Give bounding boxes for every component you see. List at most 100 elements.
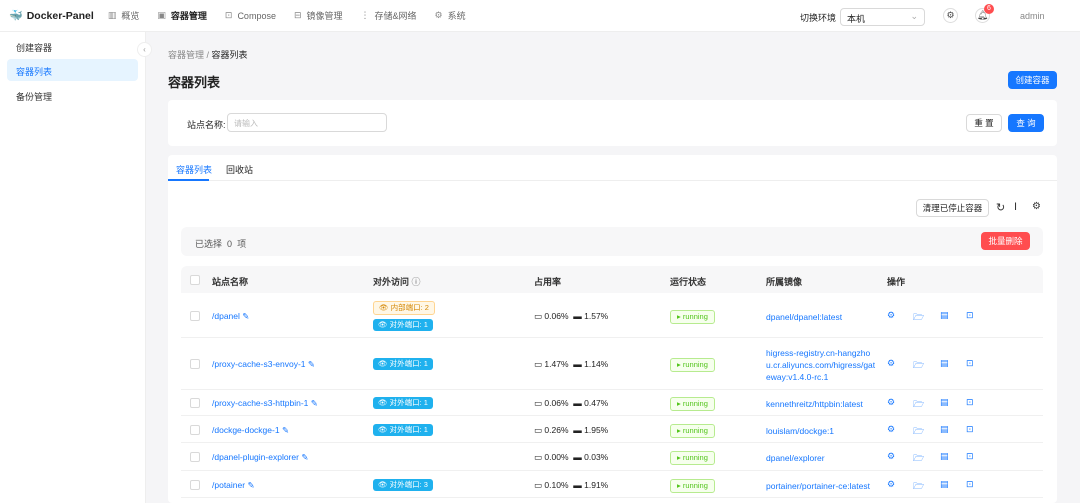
terminal-icon[interactable]: ⊡ xyxy=(966,310,974,321)
row-checkbox[interactable] xyxy=(190,479,200,490)
memory-icon: ▬ xyxy=(573,479,582,490)
tab-container-list[interactable]: 容器列表 xyxy=(176,163,212,176)
reset-button[interactable]: 重 置 xyxy=(966,114,1002,132)
outer-port-tag[interactable]: 👁︎ 对外端口: 3 xyxy=(373,478,433,491)
tab-recycle-bin[interactable]: 回收站 xyxy=(226,163,253,176)
top-nav: ▥ 概览 ▣ 容器管理 ⊡ Compose ⊟ 镜像管理 ⋮ 存储&网络 ⚙ 系统 xyxy=(108,9,466,22)
terminal-icon[interactable]: ⊡ xyxy=(966,451,974,462)
col-usage[interactable]: 占用率 xyxy=(534,275,561,288)
cpu-icon: ▭ xyxy=(534,398,543,408)
container-name-link[interactable]: /proxy-cache-s3-envoy-1 ✎ xyxy=(212,359,315,370)
usage: ▭ 0.06% ▬ 1.57% xyxy=(534,310,609,321)
settings-icon[interactable]: ⚙ xyxy=(887,310,895,321)
breadcrumb-parent[interactable]: 容器管理 xyxy=(168,50,204,60)
column-settings-icon[interactable]: ⚙ xyxy=(1032,201,1041,212)
row-checkbox[interactable] xyxy=(190,359,200,369)
nav-item[interactable]: ▣ 容器管理 xyxy=(157,9,207,22)
outer-port-tag[interactable]: 👁︎ 对外端口: 1 xyxy=(373,397,433,409)
row-checkbox[interactable] xyxy=(190,452,200,462)
log-icon[interactable]: ▤ xyxy=(940,310,949,321)
log-icon[interactable]: ▤ xyxy=(940,451,949,462)
select-all-checkbox[interactable] xyxy=(190,275,200,285)
folder-icon[interactable]: 🗁︎ xyxy=(913,310,924,326)
env-select[interactable]: 本机 ⌄ xyxy=(840,8,925,26)
nav-item[interactable]: ⊟ 镜像管理 xyxy=(294,9,343,22)
image-link[interactable]: portainer/portainer-ce:latest xyxy=(766,480,876,492)
settings-icon[interactable]: ⚙ xyxy=(887,479,895,490)
terminal-icon[interactable]: ⊡ xyxy=(966,397,974,408)
container-icon: ▣ xyxy=(157,10,166,20)
site-name-input[interactable]: 请输入 xyxy=(227,113,387,132)
status-badge: ▸ running xyxy=(670,397,715,411)
usage: ▭ 0.26% ▬ 1.95% xyxy=(534,424,609,435)
nav-item[interactable]: ⋮ 存储&网络 xyxy=(361,9,417,22)
memory-icon: ▬ xyxy=(573,310,582,321)
refresh-icon[interactable]: ↻ xyxy=(996,201,1005,214)
gear-icon: ⚙ xyxy=(434,10,443,20)
batch-delete-button[interactable]: 批量删除 xyxy=(981,232,1030,250)
log-icon[interactable]: ▤ xyxy=(940,424,949,435)
page-title: 容器列表 xyxy=(168,75,221,90)
edit-icon: ✎ xyxy=(301,452,309,462)
folder-icon[interactable]: 🗁︎ xyxy=(913,424,924,440)
row-checkbox[interactable] xyxy=(190,310,200,321)
container-name-link[interactable]: /dpanel-plugin-explorer ✎ xyxy=(212,452,308,463)
col-name[interactable]: 站点名称 xyxy=(212,275,248,288)
container-name-link[interactable]: /dockge-dockge-1 ✎ xyxy=(212,425,289,436)
active-tab-indicator xyxy=(168,179,209,181)
image-link[interactable]: higress-registry.cn-hangzhou.cr.aliyuncs… xyxy=(766,347,876,383)
density-icon[interactable]: Ι xyxy=(1014,201,1017,213)
settings-icon[interactable]: ⚙ xyxy=(887,424,895,435)
clean-stopped-button[interactable]: 清理已停止容器 xyxy=(916,199,989,217)
terminal-icon[interactable]: ⊡ xyxy=(966,479,974,490)
edit-icon: ✎ xyxy=(310,398,318,408)
outer-port-tag[interactable]: 👁︎ 对外端口: 1 xyxy=(373,423,433,436)
brand-logo[interactable]: 🐳 Docker-Panel xyxy=(9,9,94,23)
outer-port-tag[interactable]: 👁︎ 对外端口: 1 xyxy=(373,318,433,331)
edit-icon: ✎ xyxy=(242,310,250,321)
row-checkbox[interactable] xyxy=(190,424,200,435)
terminal-icon[interactable]: ⊡ xyxy=(966,424,974,435)
image-link[interactable]: kennethreitz/httpbin:latest xyxy=(766,398,876,410)
memory-icon: ▬ xyxy=(573,359,582,369)
create-container-button[interactable]: 创建容器 xyxy=(1008,71,1057,89)
folder-icon[interactable]: 🗁︎ xyxy=(913,358,924,374)
inner-port-tag[interactable]: 👁︎ 内部端口: 2 xyxy=(373,300,435,315)
outer-port-tag[interactable]: 👁︎ 对外端口: 1 xyxy=(373,358,433,370)
log-icon[interactable]: ▤ xyxy=(940,397,949,408)
settings-icon[interactable]: ⚙ xyxy=(887,397,895,408)
settings-icon[interactable]: ⚙ xyxy=(887,451,895,462)
terminal-icon[interactable]: ⊡ xyxy=(966,358,974,369)
container-name-link[interactable]: /dpanel ✎ xyxy=(212,311,249,322)
breadcrumb: 容器管理 / 容器列表 xyxy=(168,50,248,60)
status-badge: ▸ running xyxy=(670,358,715,372)
status-badge: ▸ running xyxy=(670,309,715,324)
help-icon: ⓘ xyxy=(411,277,421,287)
log-icon[interactable]: ▤ xyxy=(940,358,949,369)
cpu-icon: ▭ xyxy=(534,359,543,369)
nav-item[interactable]: ▥ 概览 xyxy=(108,9,140,22)
image-link[interactable]: dpanel/explorer xyxy=(766,452,876,464)
container-name-link[interactable]: /proxy-cache-s3-httpbin-1 ✎ xyxy=(212,398,318,409)
nav-item[interactable]: ⚙ 系统 xyxy=(435,9,466,22)
image-link[interactable]: louislam/dockge:1 xyxy=(766,425,876,437)
sidebar-item-container-list[interactable]: 容器列表 xyxy=(7,59,138,81)
edit-icon: ✎ xyxy=(307,359,316,369)
folder-icon[interactable]: 🗁︎ xyxy=(913,397,924,413)
log-icon[interactable]: ▤ xyxy=(940,479,949,490)
sidebar-item-create-container[interactable]: 创建容器 xyxy=(7,35,138,57)
folder-icon[interactable]: 🗁︎ xyxy=(913,451,924,467)
image-link[interactable]: dpanel/dpanel:latest xyxy=(766,311,876,323)
user-menu[interactable]: admin xyxy=(1020,11,1045,21)
folder-icon[interactable]: 🗁︎ xyxy=(913,479,924,495)
row-checkbox[interactable] xyxy=(190,398,200,408)
status-badge: ▸ running xyxy=(670,451,715,465)
docker-whale-icon: 🐳 xyxy=(9,10,23,22)
settings-icon[interactable]: ⚙ xyxy=(887,358,895,369)
container-name-link[interactable]: /potainer ✎ xyxy=(212,480,255,491)
settings-gear-icon[interactable]: ⚙ xyxy=(943,8,958,23)
nav-item[interactable]: ⊡ Compose xyxy=(225,9,276,22)
collapse-sidebar-button[interactable]: ‹ xyxy=(137,42,152,57)
query-button[interactable]: 查 询 xyxy=(1008,114,1044,132)
sidebar-item-backup[interactable]: 备份管理 xyxy=(7,84,138,106)
